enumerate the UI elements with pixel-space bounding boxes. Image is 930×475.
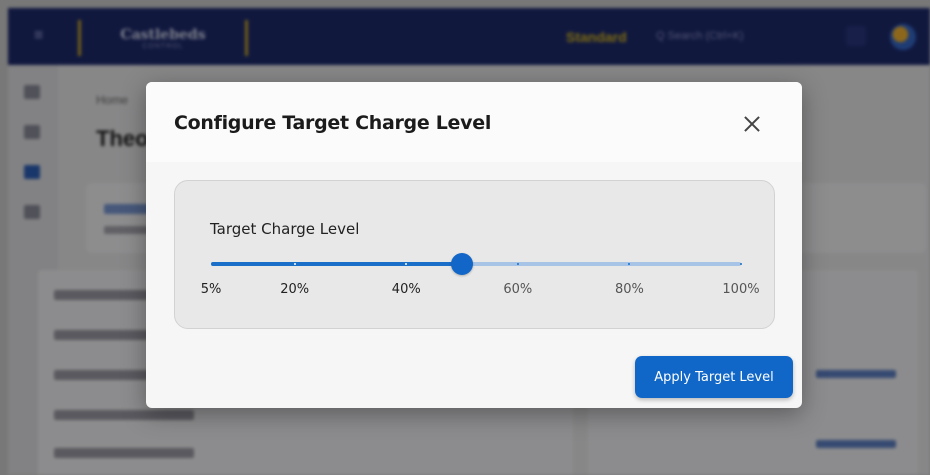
- slider-tick-mark: [516, 263, 519, 265]
- slider-tick-label: 80%: [614, 282, 644, 297]
- slider-fill: [211, 262, 463, 266]
- close-icon[interactable]: [738, 110, 766, 138]
- configure-charge-dialog: Configure Target Charge Level Target Cha…: [146, 82, 802, 408]
- slider-thumb[interactable]: [451, 253, 474, 275]
- slider-tick-mark: [740, 263, 742, 265]
- slider-tick-label: 5%: [200, 282, 222, 297]
- slider-panel: Target Charge Level 5% 20% 40% 60% 80% 100%: [174, 180, 775, 329]
- dialog-header: Configure Target Charge Level: [146, 82, 802, 162]
- slider-tick-mark: [293, 263, 296, 265]
- charge-level-slider[interactable]: [211, 253, 742, 275]
- slider-tick-label: 40%: [391, 282, 421, 297]
- slider-tick-label: 100%: [722, 282, 760, 297]
- apply-target-level-button[interactable]: Apply Target Level: [635, 356, 793, 398]
- dialog-title: Configure Target Charge Level: [174, 112, 492, 134]
- slider-tick-label: 20%: [280, 282, 310, 297]
- slider-label: Target Charge Level: [210, 220, 360, 238]
- slider-tick-mark: [628, 263, 631, 265]
- slider-tick-label: 60%: [503, 282, 533, 297]
